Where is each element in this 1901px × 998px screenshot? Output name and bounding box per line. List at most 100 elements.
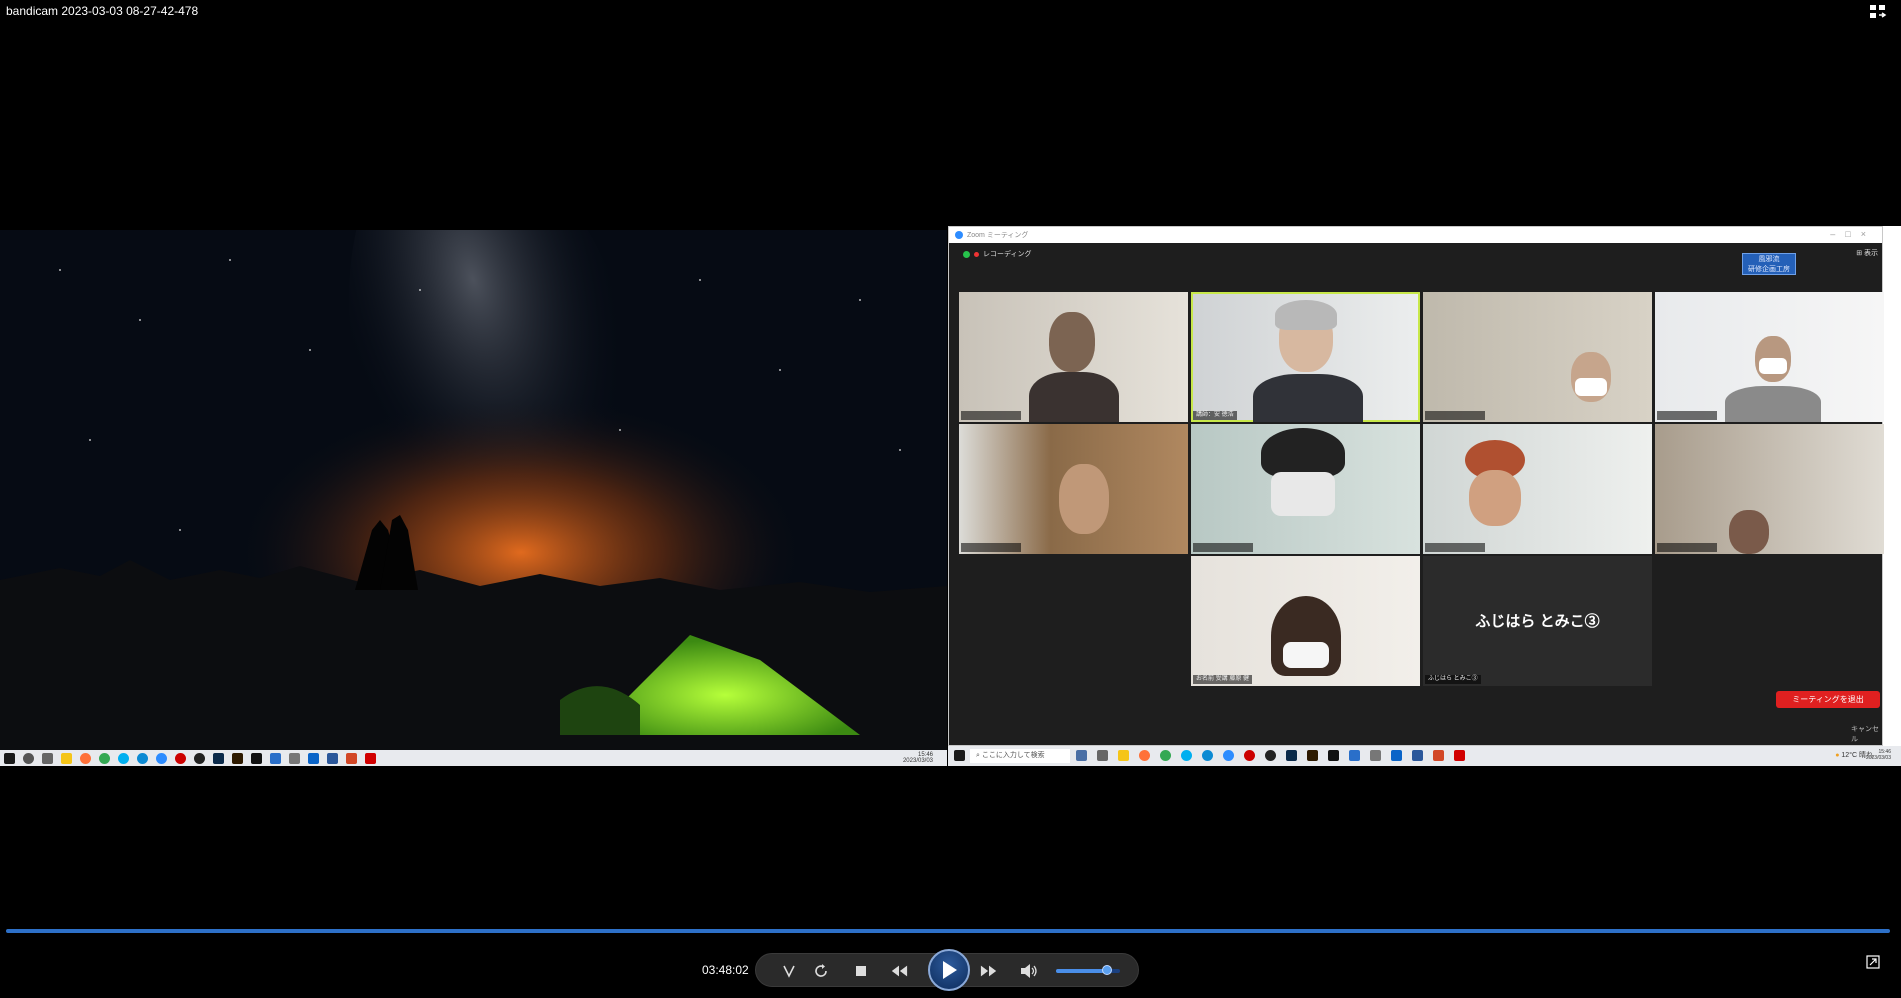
participant-tile[interactable] bbox=[959, 292, 1188, 422]
taskbar-apps bbox=[1076, 750, 1465, 761]
right-taskbar: ⌕ ここに入力して検索 ● 12°C 晴れ 15:46 2023/03/03 bbox=[948, 746, 1901, 766]
photos-icon[interactable] bbox=[1349, 750, 1360, 761]
left-taskbar-clock[interactable]: 15:46 2023/03/03 bbox=[903, 752, 933, 764]
zoom-icon[interactable] bbox=[1223, 750, 1234, 761]
search-icon[interactable] bbox=[23, 752, 34, 764]
layout-grid-icon[interactable] bbox=[1869, 4, 1887, 20]
zoom-window-title: Zoom ミーティング bbox=[967, 232, 1029, 239]
video-gallery: 講師：安 徳浩 お名前 受講 藤原 健 ふじはら とみこ③ ふじはら とみこ③ bbox=[959, 292, 1884, 686]
cancel-button[interactable]: キャンセル bbox=[1851, 724, 1882, 744]
skype-icon[interactable] bbox=[1181, 750, 1192, 761]
window-controls[interactable]: –□× bbox=[1830, 229, 1876, 239]
speaker-icon bbox=[1021, 964, 1037, 978]
participant-name: 講師：安 徳浩 bbox=[1193, 411, 1237, 420]
fast-forward-button[interactable] bbox=[980, 962, 998, 980]
firefox-icon[interactable] bbox=[80, 752, 91, 764]
seek-bar[interactable] bbox=[6, 929, 1890, 933]
acrobat-icon[interactable] bbox=[1454, 750, 1465, 761]
participant-name: お名前 受講 藤原 健 bbox=[1193, 675, 1253, 684]
record-icon[interactable] bbox=[175, 752, 186, 764]
zoom-icon[interactable] bbox=[156, 752, 167, 764]
powerpoint-icon[interactable] bbox=[346, 752, 357, 764]
illustrator-icon[interactable] bbox=[1307, 750, 1318, 761]
file-explorer-icon[interactable] bbox=[61, 752, 72, 764]
skype-icon[interactable] bbox=[118, 752, 129, 764]
edge-icon[interactable] bbox=[137, 752, 148, 764]
participant-tile[interactable]: お名前 受講 藤原 健 bbox=[1191, 556, 1420, 686]
chrome-icon[interactable] bbox=[99, 752, 110, 764]
window-title: bandicam 2023-03-03 08-27-42-478 bbox=[6, 4, 199, 18]
right-desktop-screen: Zoom ミーティング –□× レコーディング ⊞ 表示 風邪流 研修企画工房 … bbox=[948, 226, 1901, 766]
taskbar-search-placeholder: ここに入力して検索 bbox=[981, 752, 1045, 759]
participant-tile[interactable] bbox=[959, 424, 1188, 554]
ab-repeat-button[interactable] bbox=[780, 962, 798, 980]
participant-tile[interactable] bbox=[1423, 424, 1652, 554]
participant-name bbox=[1657, 543, 1717, 552]
rewind-button[interactable] bbox=[890, 962, 908, 980]
leave-meeting-button[interactable]: ミーティングを退出 bbox=[1776, 691, 1880, 708]
right-taskbar-clock[interactable]: 15:46 2023/03/03 bbox=[1866, 749, 1891, 761]
file-explorer-icon[interactable] bbox=[1118, 750, 1129, 761]
obs-icon[interactable] bbox=[1265, 750, 1276, 761]
news-icon[interactable] bbox=[1076, 750, 1087, 761]
fullscreen-icon[interactable] bbox=[1866, 955, 1880, 969]
participant-tile[interactable] bbox=[1191, 424, 1420, 554]
recording-label: レコーディング bbox=[983, 251, 1032, 258]
outlook-icon[interactable] bbox=[1391, 750, 1402, 761]
repeat-icon bbox=[815, 964, 827, 977]
participant-name: ふじはら とみこ③ bbox=[1425, 675, 1481, 684]
camera-icon[interactable] bbox=[1370, 750, 1381, 761]
photoshop-icon[interactable] bbox=[1286, 750, 1297, 761]
participant-tile[interactable] bbox=[1423, 292, 1652, 422]
task-view-icon[interactable] bbox=[42, 752, 53, 764]
participant-body bbox=[1725, 386, 1821, 422]
participant-name bbox=[961, 411, 1021, 420]
view-button[interactable]: ⊞ 表示 bbox=[1856, 248, 1878, 258]
windows-start-icon[interactable] bbox=[4, 752, 15, 764]
edge-icon[interactable] bbox=[1202, 750, 1213, 761]
photoshop-icon[interactable] bbox=[213, 752, 224, 764]
powerpoint-icon[interactable] bbox=[1433, 750, 1444, 761]
view-label: 表示 bbox=[1864, 250, 1878, 257]
outlook-icon[interactable] bbox=[308, 752, 319, 764]
volume-knob[interactable] bbox=[1102, 965, 1113, 975]
participant-body bbox=[1029, 372, 1119, 422]
windows-start-icon[interactable] bbox=[954, 750, 965, 761]
participant-face bbox=[1469, 470, 1521, 526]
photos-icon[interactable] bbox=[270, 752, 281, 764]
participant-tile-active-speaker[interactable]: 講師：安 徳浩 bbox=[1191, 292, 1420, 422]
participant-tile-camera-off[interactable]: ふじはら とみこ③ ふじはら とみこ③ bbox=[1423, 556, 1652, 686]
stop-button[interactable] bbox=[852, 962, 870, 980]
task-view-icon[interactable] bbox=[1097, 750, 1108, 761]
name-tag-line-1: 風邪流 bbox=[1758, 256, 1780, 263]
fast-forward-icon bbox=[980, 965, 997, 977]
participant-display-name: ふじはら とみこ③ bbox=[1475, 613, 1600, 630]
participant-mask bbox=[1575, 378, 1607, 396]
chrome-icon[interactable] bbox=[1160, 750, 1171, 761]
presenter-name-tag: 風邪流 研修企画工房 bbox=[1742, 253, 1796, 275]
participant-tile[interactable] bbox=[1655, 292, 1884, 422]
participant-tile[interactable] bbox=[1655, 424, 1884, 554]
record-dot-icon bbox=[974, 251, 979, 257]
volume-slider[interactable] bbox=[1056, 965, 1120, 975]
repeat-button[interactable] bbox=[812, 962, 830, 980]
play-button[interactable] bbox=[928, 949, 970, 991]
recording-indicator[interactable]: レコーディング bbox=[963, 249, 1032, 259]
participant-name bbox=[1193, 543, 1253, 552]
zoom-meeting-window: Zoom ミーティング –□× レコーディング ⊞ 表示 風邪流 研修企画工房 … bbox=[948, 226, 1884, 746]
terminal-icon[interactable] bbox=[251, 752, 262, 764]
participant-face bbox=[1059, 464, 1109, 534]
camera-icon[interactable] bbox=[289, 752, 300, 764]
taskbar-search[interactable]: ⌕ ここに入力して検索 bbox=[970, 749, 1070, 763]
record-icon[interactable] bbox=[1244, 750, 1255, 761]
word-icon[interactable] bbox=[1412, 750, 1423, 761]
play-icon bbox=[943, 961, 957, 979]
mute-button[interactable] bbox=[1020, 962, 1038, 980]
terminal-icon[interactable] bbox=[1328, 750, 1339, 761]
firefox-icon[interactable] bbox=[1139, 750, 1150, 761]
word-icon[interactable] bbox=[327, 752, 338, 764]
obs-icon[interactable] bbox=[194, 752, 205, 764]
volume-fill bbox=[1056, 969, 1108, 973]
acrobat-icon[interactable] bbox=[365, 752, 376, 764]
illustrator-icon[interactable] bbox=[232, 752, 243, 764]
